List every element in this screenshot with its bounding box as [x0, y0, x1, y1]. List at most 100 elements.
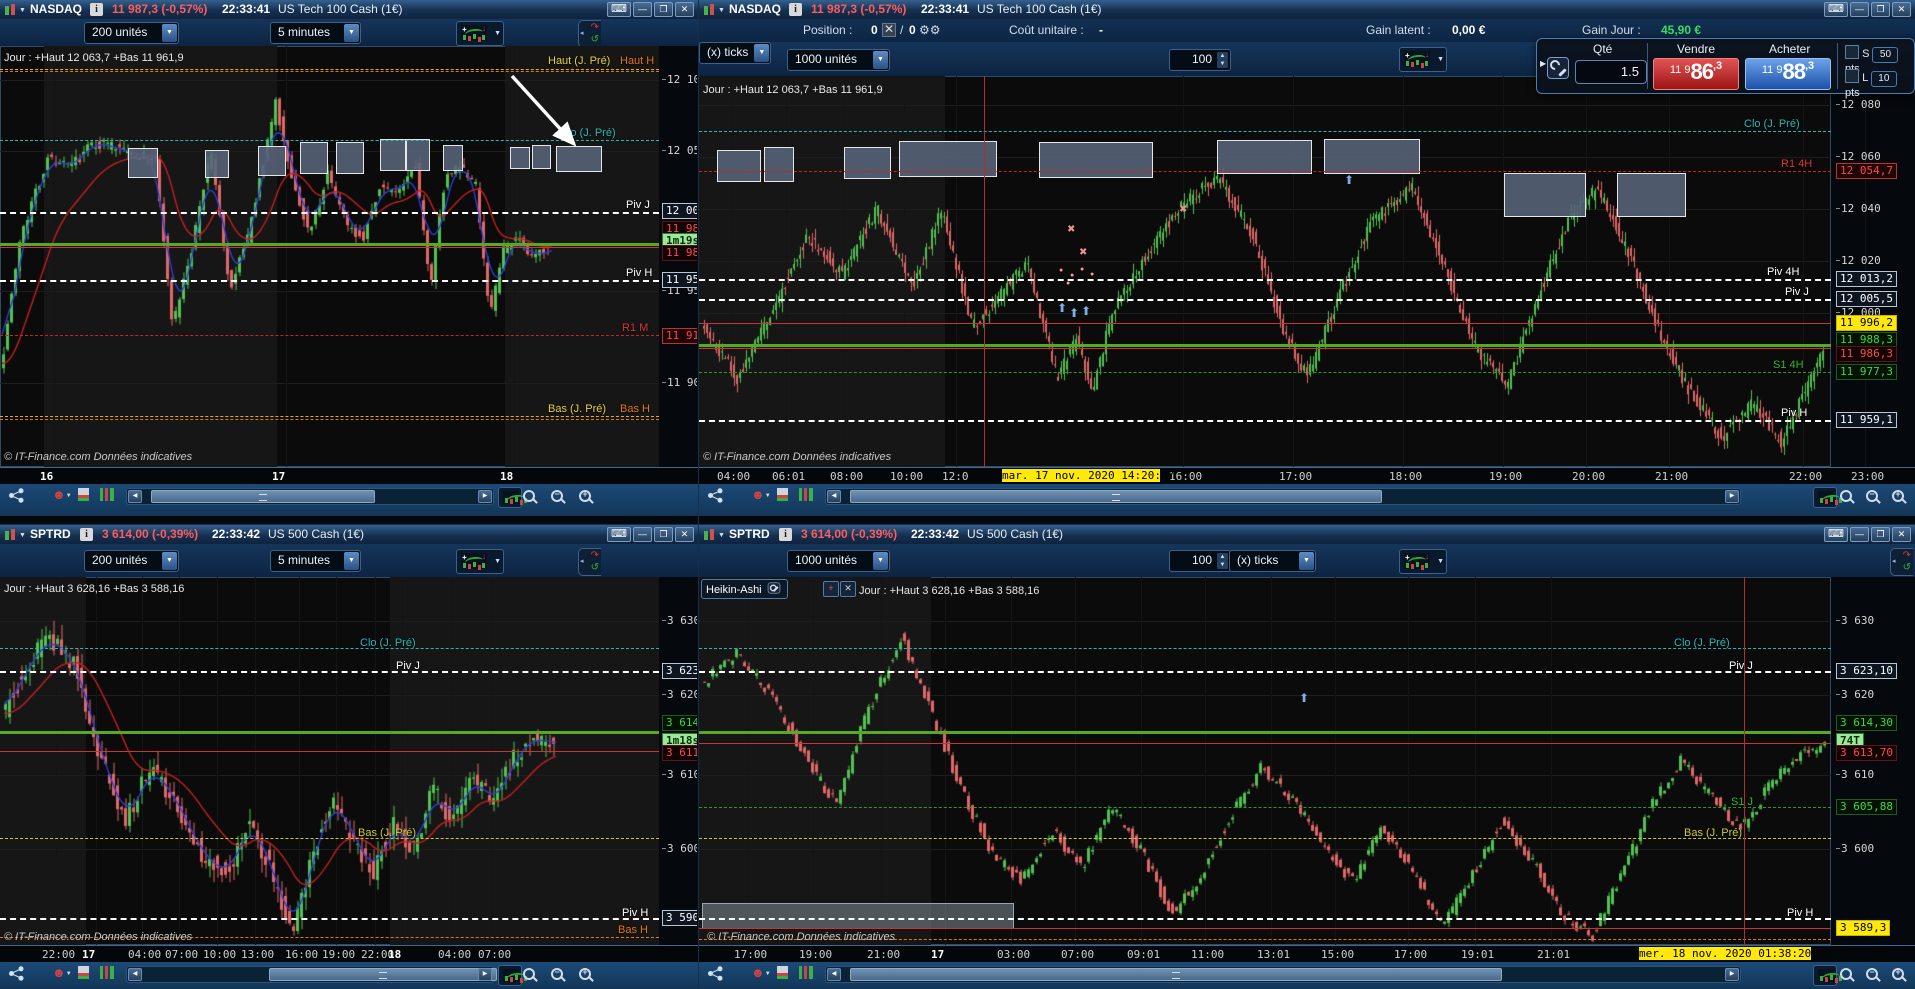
zoom-out-icon[interactable]: −: [550, 489, 566, 505]
qty-input[interactable]: 1.5: [1575, 60, 1647, 84]
gray-measure-bar[interactable]: [702, 903, 1014, 929]
time-axis[interactable]: 17:00 19:00 21:00 17 03:00 07:00 09:01 11:00 13:…: [699, 945, 1915, 962]
scrollbar-thumb[interactable]: [269, 968, 497, 981]
add-indicator-button[interactable]: +: [823, 581, 839, 597]
zoom-out-icon[interactable]: −: [550, 967, 566, 983]
chart-scrollbar[interactable]: ◀ ▶: [825, 488, 1741, 505]
scrollbar-thumb[interactable]: [850, 968, 1502, 981]
indicator-tab[interactable]: ◂ ↷ ↺: [1890, 548, 1913, 576]
up-arrow-icon[interactable]: ▲: [1217, 553, 1228, 561]
minimize-button[interactable]: —: [633, 527, 652, 542]
indicator-tab[interactable]: ◂ ↷ ↺: [578, 20, 601, 48]
share-icon[interactable]: [707, 488, 724, 503]
trader-icon[interactable]: ☻▼: [52, 966, 72, 981]
stop-value[interactable]: 50: [1872, 47, 1899, 63]
info-icon[interactable]: i: [779, 528, 792, 541]
keyboard-icon[interactable]: ⌨: [1824, 527, 1848, 542]
chart-area[interactable]: Clo (J. Pré) Piv J S1 J Bas (J. Pré) Piv H ⬆ J…: [699, 577, 1915, 945]
info-icon[interactable]: i: [90, 3, 103, 16]
minimize-button[interactable]: —: [1850, 527, 1869, 542]
chart-settings-button[interactable]: [498, 487, 526, 508]
zoom-fit-icon[interactable]: [522, 967, 538, 983]
price-axis[interactable]: 3 6303 6203 6103 6003 623,103 614,301m18…: [661, 577, 697, 945]
timeframe-select[interactable]: 5 minutes ▼: [270, 22, 361, 44]
chart-scrollbar[interactable]: ◀ ▶: [825, 966, 1741, 983]
zoom-in-icon[interactable]: +: [1891, 489, 1907, 505]
chart-type-button[interactable]: + ↓ ▼: [456, 549, 504, 574]
tick-unit-select[interactable]: (x) ticks ▼: [1229, 550, 1316, 572]
tab-heikin-ashi[interactable]: Heikin-Ashi: [701, 579, 788, 599]
titlebar[interactable]: ▼ SPTRD i 3 614,00 (-0,39%) 22:33:42 US …: [0, 525, 698, 545]
time-axis[interactable]: 16 17 18: [0, 467, 698, 484]
units-select[interactable]: 1000 unités ▼: [787, 550, 890, 572]
zoom-fit-icon[interactable]: [1839, 489, 1855, 505]
price-axis[interactable]: 3 630 3 620 3 610 3 600 3 623,10 3 614,30 74T 3…: [1835, 577, 1913, 945]
candles-canvas[interactable]: [0, 577, 659, 945]
chart-settings-button[interactable]: [1813, 487, 1841, 508]
timeframe-select[interactable]: 5 minutes ▼: [270, 550, 361, 572]
positions-icon[interactable]: [100, 966, 114, 979]
scroll-right-icon[interactable]: ▶: [478, 490, 492, 503]
chevron-down-icon[interactable]: ▼: [718, 7, 725, 14]
candles-canvas[interactable]: [699, 577, 1831, 945]
share-icon[interactable]: [8, 966, 25, 981]
units-select[interactable]: 200 unités ▼: [84, 22, 179, 44]
down-arrow-icon[interactable]: ▼: [1217, 561, 1228, 569]
zoom-fit-icon[interactable]: [1839, 967, 1855, 983]
minimize-button[interactable]: —: [633, 2, 652, 17]
keyboard-icon[interactable]: ⌨: [607, 2, 631, 17]
chart-type-button[interactable]: + ↓ ▼: [1399, 47, 1447, 72]
positions-icon[interactable]: [799, 966, 813, 979]
zoom-fit-icon[interactable]: [522, 489, 538, 505]
titlebar[interactable]: ▼ SPTRD i 3 614,00 (-0,39%) 22:33:42 US …: [699, 525, 1915, 545]
chart-area[interactable]: Haut (J. Pré) Haut H Clo (J. Pré) Piv J Piv …: [0, 46, 698, 467]
orders-list-icon[interactable]: [78, 966, 89, 979]
orders-list-icon[interactable]: [777, 966, 788, 979]
positions-icon[interactable]: [799, 488, 813, 501]
titlebar[interactable]: ▼ NASDAQ i 11 987,3 (-0,57%) 22:33:41 US…: [0, 0, 698, 20]
zoom-out-icon[interactable]: −: [1865, 489, 1881, 505]
close-button[interactable]: ✕: [1892, 2, 1911, 17]
chevron-down-icon[interactable]: ▼: [19, 532, 26, 539]
zoom-out-icon[interactable]: −: [1865, 967, 1881, 983]
gear-icon[interactable]: ⚙⚙: [919, 23, 941, 37]
tick-count-stepper[interactable]: 100 ▲ ▼: [1169, 49, 1231, 71]
chart-type-button[interactable]: + ↓ ▼: [456, 21, 504, 46]
trader-icon[interactable]: ☻▼: [751, 488, 771, 503]
units-select[interactable]: 1000 unités ▼: [787, 49, 890, 71]
info-icon[interactable]: i: [80, 528, 93, 541]
price-axis[interactable]: 12 10012 05011 95011 90012 005,511 988,3…: [661, 46, 697, 467]
buy-button[interactable]: 11 988,3: [1745, 58, 1831, 90]
trader-icon[interactable]: ☻▼: [52, 488, 72, 503]
position-grid-icon[interactable]: ✕: [882, 23, 896, 37]
down-arrow-icon[interactable]: ▼: [1217, 60, 1228, 68]
stop-checkbox[interactable]: [1845, 45, 1859, 59]
share-icon[interactable]: [707, 966, 724, 981]
info-icon[interactable]: i: [789, 3, 802, 16]
close-button[interactable]: ✕: [1892, 527, 1911, 542]
units-select[interactable]: 200 unités ▼: [84, 550, 179, 572]
scroll-right-icon[interactable]: ▶: [478, 968, 492, 981]
scroll-right-icon[interactable]: ▶: [1725, 968, 1739, 981]
orders-list-icon[interactable]: [777, 488, 788, 501]
limit-checkbox[interactable]: [1845, 69, 1859, 83]
price-axis[interactable]: 12 080 12 060 12 040 12 020 12 000 12 054,7 12…: [1835, 76, 1913, 467]
scrollbar-thumb[interactable]: [850, 490, 1382, 503]
close-button[interactable]: ✕: [675, 527, 694, 542]
chevron-down-icon[interactable]: ▼: [19, 7, 26, 14]
trader-icon[interactable]: ☻▼: [751, 966, 771, 981]
chevron-down-icon[interactable]: ▼: [718, 532, 725, 539]
close-button[interactable]: ✕: [675, 2, 694, 17]
scroll-left-icon[interactable]: ◀: [128, 490, 142, 503]
wrench-icon[interactable]: [767, 582, 781, 594]
scroll-left-icon[interactable]: ◀: [128, 968, 142, 981]
positions-icon[interactable]: [100, 488, 114, 501]
zoom-in-icon[interactable]: +: [578, 967, 594, 983]
maximize-button[interactable]: ❐: [1871, 527, 1890, 542]
scrollbar-thumb[interactable]: [151, 490, 375, 503]
zoom-in-icon[interactable]: +: [578, 489, 594, 505]
scroll-right-icon[interactable]: ▶: [1725, 490, 1739, 503]
indicator-tab[interactable]: ◂ ↷ ↺: [578, 548, 601, 576]
titlebar[interactable]: ▼ NASDAQ i 11 987,3 (-0,57%) 22:33:41 US…: [699, 0, 1915, 20]
keyboard-icon[interactable]: ⌨: [1824, 2, 1848, 17]
